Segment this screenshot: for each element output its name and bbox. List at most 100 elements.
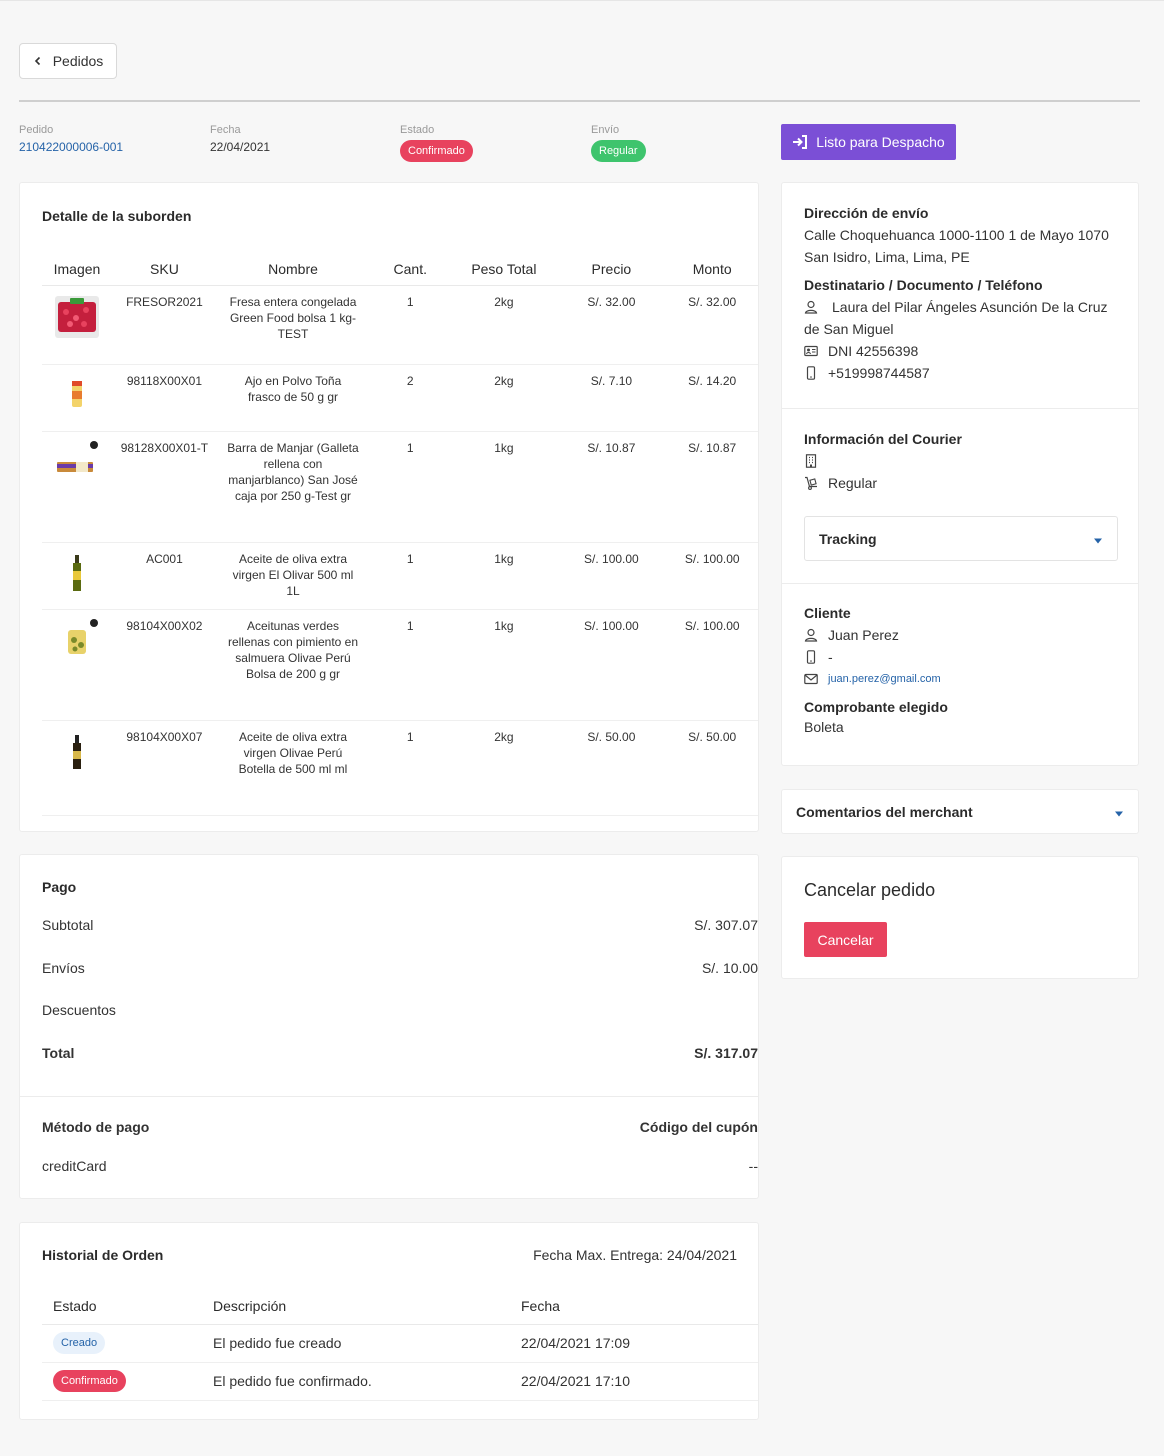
shipping-address-section: Dirección de envío Calle Choquehuanca 10… bbox=[804, 205, 1124, 384]
product-sku: 98104X00X07 bbox=[111, 720, 217, 816]
table-row: 98128X00X01-T Barra de Manjar (Galleta r… bbox=[42, 431, 758, 543]
product-amount: S/. 100.00 bbox=[666, 542, 758, 610]
product-sku: AC001 bbox=[111, 542, 217, 610]
subtotal-row: Subtotal S/. 307.07 bbox=[42, 917, 758, 933]
suborder-detail-card: Detalle de la suborden Imagen SKU Nombre… bbox=[19, 182, 759, 832]
product-image bbox=[54, 729, 100, 775]
order-id-field: Pedido 210422000006-001 bbox=[19, 124, 123, 154]
product-weight: 1kg bbox=[451, 542, 557, 610]
discount-label: Descuentos bbox=[42, 1002, 116, 1018]
discount-row: Descuentos bbox=[42, 1002, 758, 1018]
table-row: 98104X00X02 Aceitunas verdes rellenas co… bbox=[42, 609, 758, 721]
merchant-comments-dropdown[interactable]: Comentarios del merchant bbox=[781, 789, 1139, 834]
product-image bbox=[54, 440, 100, 486]
product-name: Fresa entera congelada Green Food bolsa … bbox=[216, 285, 370, 365]
product-image bbox=[54, 551, 100, 597]
courier-divider bbox=[782, 583, 1138, 584]
payment-method-label: Método de pago bbox=[42, 1119, 150, 1135]
product-image-cell bbox=[42, 364, 112, 432]
col-price: Precio bbox=[556, 253, 667, 286]
client-email-link[interactable]: juan.perez@gmail.com bbox=[828, 673, 941, 685]
table-row: AC001 Aceite de oliva extra virgen El Ol… bbox=[42, 542, 758, 610]
building-icon bbox=[805, 454, 817, 468]
product-price: S/. 100.00 bbox=[556, 609, 667, 721]
recipient-document-line: DNI 42556398 bbox=[804, 340, 1124, 362]
suborder-detail-title: Detalle de la suborden bbox=[42, 208, 192, 224]
voucher-label: Comprobante elegido bbox=[804, 699, 948, 715]
shipping-type-badge: Regular bbox=[591, 140, 646, 162]
product-sku: 98118X00X01 bbox=[111, 364, 217, 432]
dispatch-button-label: Listo para Despacho bbox=[816, 134, 945, 150]
courier-service-line: Regular bbox=[804, 472, 1124, 494]
product-weight: 1kg bbox=[451, 431, 557, 543]
status-badge: Confirmado bbox=[53, 1370, 126, 1392]
cancel-order-button[interactable]: Cancelar bbox=[804, 922, 887, 957]
products-header-row: Imagen SKU Nombre Cant. Peso Total Preci… bbox=[42, 253, 758, 286]
ready-for-dispatch-button[interactable]: Listo para Despacho bbox=[781, 124, 956, 160]
sign-in-icon bbox=[793, 135, 808, 149]
col-qty: Cant. bbox=[369, 253, 452, 286]
history-date: 22/04/2021 17:09 bbox=[510, 1324, 758, 1363]
courier-company-line bbox=[804, 450, 1124, 472]
recipient-name: Laura del Pilar Ángeles Asunción De la C… bbox=[832, 299, 1108, 315]
shipping-type-label: Envío bbox=[591, 124, 620, 136]
product-qty: 1 bbox=[369, 431, 452, 543]
chevron-left-icon bbox=[34, 56, 40, 66]
recipient-name-line: Laura del Pilar Ángeles Asunción De la C… bbox=[804, 296, 1124, 318]
product-image-cell bbox=[42, 720, 112, 816]
total-label: Total bbox=[42, 1045, 75, 1061]
table-row: Confirmado El pedido fue confirmado. 22/… bbox=[42, 1362, 758, 1401]
voucher-value: Boleta bbox=[804, 719, 844, 735]
client-phone: - bbox=[828, 649, 833, 665]
product-name: Aceitunas verdes rellenas con pimiento e… bbox=[216, 609, 370, 721]
tracking-dropdown[interactable]: Tracking bbox=[804, 516, 1118, 561]
product-price: S/. 32.00 bbox=[556, 285, 667, 365]
payment-card: Pago Subtotal S/. 307.07 Envíos S/. 10.0… bbox=[19, 854, 759, 1199]
shipping-cost-row: Envíos S/. 10.00 bbox=[42, 960, 758, 976]
caret-down-icon bbox=[1115, 811, 1123, 817]
envelope-icon bbox=[804, 673, 818, 685]
product-price: S/. 50.00 bbox=[556, 720, 667, 816]
user-icon bbox=[804, 628, 818, 642]
shipping-info-card: Dirección de envío Calle Choquehuanca 10… bbox=[781, 182, 1139, 766]
shipping-cost-label: Envíos bbox=[42, 960, 85, 976]
payment-method-values: creditCard -- bbox=[42, 1158, 758, 1174]
col-weight: Peso Total bbox=[451, 253, 557, 286]
product-name: Aceite de oliva extra virgen El Olivar 5… bbox=[216, 542, 370, 610]
history-table: Estado Descripción Fecha Creado El pedid… bbox=[42, 1288, 758, 1401]
shipping-cost-value: S/. 10.00 bbox=[701, 960, 758, 976]
product-qty: 1 bbox=[369, 720, 452, 816]
subtotal-value: S/. 307.07 bbox=[694, 917, 758, 933]
product-weight: 2kg bbox=[451, 285, 557, 365]
col-description: Descripción bbox=[202, 1288, 510, 1325]
subtotal-label: Subtotal bbox=[42, 917, 94, 933]
back-to-orders-button[interactable]: Pedidos bbox=[19, 43, 117, 79]
product-image-cell bbox=[42, 609, 112, 721]
id-card-icon bbox=[804, 345, 818, 357]
order-status-badge: Confirmado bbox=[400, 140, 473, 162]
product-price: S/. 7.10 bbox=[556, 364, 667, 432]
payment-title: Pago bbox=[42, 879, 77, 895]
product-amount: S/. 10.87 bbox=[666, 431, 758, 543]
history-status-cell: Confirmado bbox=[42, 1362, 202, 1401]
product-qty: 1 bbox=[369, 609, 452, 721]
courier-service: Regular bbox=[828, 475, 878, 491]
order-date-field: Fecha 22/04/2021 bbox=[210, 124, 270, 154]
col-date: Fecha bbox=[510, 1288, 758, 1325]
col-sku: SKU bbox=[111, 253, 217, 286]
product-price: S/. 10.87 bbox=[556, 431, 667, 543]
client-email-line: juan.perez@gmail.com bbox=[804, 668, 1124, 690]
mobile-phone-icon bbox=[806, 650, 816, 664]
order-history-title: Historial de Orden bbox=[42, 1247, 164, 1263]
history-header-row: Estado Descripción Fecha bbox=[42, 1288, 758, 1325]
product-sku: 98128X00X01-T bbox=[111, 431, 217, 543]
coupon-label: Código del cupón bbox=[639, 1119, 758, 1135]
recipient-document: DNI 42556398 bbox=[828, 343, 919, 359]
product-name: Barra de Manjar (Galleta rellena con man… bbox=[216, 431, 370, 543]
merchant-comments-label: Comentarios del merchant bbox=[796, 803, 973, 820]
product-amount: S/. 32.00 bbox=[666, 285, 758, 365]
order-id-link[interactable]: 210422000006-001 bbox=[19, 140, 123, 154]
product-sku: FRESOR2021 bbox=[111, 285, 217, 365]
dolly-icon bbox=[805, 476, 817, 490]
product-weight: 1kg bbox=[451, 609, 557, 721]
